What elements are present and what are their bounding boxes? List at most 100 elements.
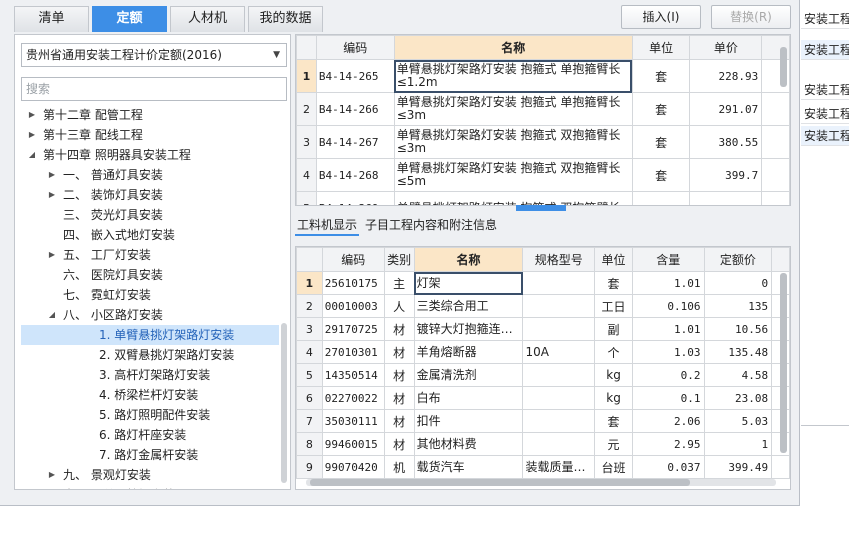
tree-node[interactable]: ▶ 十、 开关、按钮安装	[21, 485, 279, 489]
tree-node[interactable]: ▶ 九、 景观灯安装	[21, 465, 279, 485]
replace-button[interactable]: 替换(R)	[711, 5, 791, 29]
tree-node-label: 第十二章 配管工程	[43, 108, 143, 122]
quantity-cell: 1.01	[631, 317, 705, 341]
expand-arrow-icon[interactable]: ▶	[47, 185, 57, 205]
collapse-arrow-icon[interactable]: ◢	[47, 305, 57, 325]
background-cell: 安装工程	[801, 80, 849, 100]
column-header-unit[interactable]: 单位	[594, 247, 633, 272]
quota-list-table-panel: 编码 名称 单位 单价 1 B4-14-265 单臂悬挑灯架路灯安装 抱箍式 单抱箍…	[295, 34, 791, 206]
background-cell: 安装工程	[801, 40, 849, 60]
table-row[interactable]: 2 B4-14-266 单臂悬挑灯架路灯安装 抱箍式 单抱箍臂长≤3m 套 291.07	[296, 92, 790, 126]
code-cell: 14350514	[321, 363, 385, 387]
tab-work-content-notes[interactable]: 子目工程内容和附注信息	[363, 214, 499, 236]
table-row[interactable]: 2 00010003 人三类综合用工 工日 0.106 135	[296, 294, 790, 318]
tree-node[interactable]: ▶ 五、 工厂灯安装	[21, 245, 279, 265]
resource-table-horizontal-scrollbar[interactable]	[310, 479, 690, 486]
tree-node[interactable]: 6. 路灯杆座安装	[21, 425, 279, 445]
unit-cell: 元	[594, 432, 633, 456]
column-header-spec[interactable]: 规格型号	[522, 247, 596, 272]
tab-labor-material-machine[interactable]: 人材机	[170, 6, 245, 32]
expand-arrow-icon[interactable]: ▶	[47, 165, 57, 185]
row-number: 3	[296, 125, 317, 159]
column-header-price[interactable]: 单价	[689, 35, 763, 60]
name-cell: 单臂悬挑灯架路灯安装 抱箍式 单抱箍臂长≤1.2m	[393, 59, 633, 93]
expand-arrow-icon[interactable]: ▶	[47, 465, 57, 485]
table-row[interactable]: 4 B4-14-268 单臂悬挑灯架路灯安装 抱箍式 双抱箍臂长≤5m 套 399.7	[296, 158, 790, 192]
tab-bill[interactable]: 清单	[14, 6, 89, 32]
tree-node[interactable]: 1. 单臂悬挑灯架路灯安装	[21, 325, 279, 345]
tree-node[interactable]: 5. 路灯照明配件安装	[21, 405, 279, 425]
quota-library-select[interactable]: 贵州省通用安装工程计价定额(2016) ▼	[21, 43, 287, 67]
spec-cell	[522, 271, 596, 295]
table-row[interactable]: 1 25610175 主灯架 套 1.01 0	[296, 271, 790, 295]
tree-node-label: 五、 工厂灯安装	[63, 248, 151, 262]
tree-node-label: 第十三章 配线工程	[43, 128, 143, 142]
tree-node[interactable]: 六、 医院灯具安装	[21, 265, 279, 285]
tab-my-data[interactable]: 我的数据	[248, 6, 323, 32]
column-header-code[interactable]: 编码	[321, 247, 385, 272]
quota-price-cell: 0	[703, 271, 773, 295]
tree-node[interactable]: 三、 荧光灯具安装	[21, 205, 279, 225]
tree-node[interactable]: 7. 路灯金属杆安装	[21, 445, 279, 465]
tree-node[interactable]: 3. 高杆灯架路灯安装	[21, 365, 279, 385]
tree-node-label: 六、 医院灯具安装	[63, 268, 163, 282]
unit-cell: 套	[631, 92, 691, 126]
tree-node[interactable]: ▶ 第十三章 配线工程	[21, 125, 279, 145]
table-row[interactable]: 6 02270022 材白布 kg 0.1 23.08	[296, 386, 790, 410]
column-header-code[interactable]: 编码	[315, 35, 395, 60]
column-header-quota-price[interactable]: 定额价	[703, 247, 773, 272]
expand-arrow-icon[interactable]: ▶	[47, 245, 57, 265]
insert-button[interactable]: 插入(I)	[621, 5, 701, 29]
tree-node[interactable]: ◢ 第十四章 照明器具安装工程	[21, 145, 279, 165]
price-cell	[689, 191, 763, 205]
search-input[interactable]	[21, 77, 287, 101]
spec-cell	[522, 432, 596, 456]
tree-node[interactable]: ▶ 一、 普通灯具安装	[21, 165, 279, 185]
table-row[interactable]: 1 B4-14-265 单臂悬挑灯架路灯安装 抱箍式 单抱箍臂长≤1.2m 套 228.…	[296, 59, 790, 93]
category-cell: 材	[383, 340, 415, 364]
column-header-category[interactable]: 类别	[383, 247, 415, 272]
tree-node-label: 二、 装饰灯具安装	[63, 188, 163, 202]
expand-arrow-icon[interactable]: ▶	[47, 485, 57, 489]
table-row[interactable]: 8 99460015 材其他材料费 元 2.95 1	[296, 432, 790, 456]
tree-node[interactable]: 七、 霓虹灯安装	[21, 285, 279, 305]
tree-node-label: 5. 路灯照明配件安装	[99, 408, 211, 422]
quota-list-table: 编码 名称 单位 单价 1 B4-14-265 单臂悬挑灯架路灯安装 抱箍式 单抱箍…	[296, 35, 790, 205]
tree-node-label: 七、 霓虹灯安装	[63, 288, 151, 302]
tree-node[interactable]: ◢ 八、 小区路灯安装	[21, 305, 279, 325]
table-row[interactable]: 5B4-14-269单臂悬挑灯架路灯安装 抱箍式 双抱箍臂长	[296, 191, 790, 205]
tree-scrollbar[interactable]	[281, 323, 287, 483]
tab-resource-display[interactable]: 工料机显示	[295, 214, 360, 236]
table-row[interactable]: 4 27010301 材羊角熔断器 10A 个 1.03 135.48	[296, 340, 790, 364]
column-header-name[interactable]: 名称	[393, 35, 633, 60]
tree-node[interactable]: 四、 嵌入式地灯安装	[21, 225, 279, 245]
column-header-unit[interactable]: 单位	[631, 35, 691, 60]
quota-list-scrollbar[interactable]	[780, 47, 787, 87]
column-header-name[interactable]: 名称	[413, 247, 524, 272]
background-divider	[801, 425, 849, 426]
expand-arrow-icon[interactable]: ▶	[27, 125, 37, 145]
panel-splitter-handle[interactable]	[516, 205, 566, 211]
table-row[interactable]: 9 99070420 机载货汽车 装载质量… 台班 0.037 399.49	[296, 455, 790, 479]
table-row[interactable]: 5 14350514 材金属清洗剂 kg 0.2 4.58	[296, 363, 790, 387]
background-cell: 安装工程	[801, 9, 849, 29]
tab-quota[interactable]: 定额	[92, 6, 167, 32]
background-cell: 安装工程	[801, 104, 849, 124]
expand-arrow-icon[interactable]: ▶	[27, 105, 37, 125]
tree-node[interactable]: ▶ 二、 装饰灯具安装	[21, 185, 279, 205]
tree-node[interactable]: ▶ 第十二章 配管工程	[21, 105, 279, 125]
resource-table-vertical-scrollbar[interactable]	[780, 273, 787, 453]
unit-cell: 副	[594, 317, 633, 341]
table-row[interactable]: 3 29170725 材镀锌大灯抱箍连… 副 1.01 10.56	[296, 317, 790, 341]
tree-node[interactable]: 4. 桥梁栏杆灯安装	[21, 385, 279, 405]
category-cell: 材	[383, 317, 415, 341]
column-header-quantity[interactable]: 含量	[631, 247, 705, 272]
table-row[interactable]: 3 B4-14-267 单臂悬挑灯架路灯安装 抱箍式 双抱箍臂长≤3m 套 380.55	[296, 125, 790, 159]
column-header-filler	[771, 247, 790, 272]
tree-node[interactable]: 2. 双臂悬挑灯架路灯安装	[21, 345, 279, 365]
unit-cell: 套	[631, 158, 691, 192]
row-number: 7	[296, 409, 323, 433]
table-row[interactable]: 7 35030111 材扣件 套 2.06 5.03	[296, 409, 790, 433]
collapse-arrow-icon[interactable]: ◢	[27, 145, 37, 165]
resource-table: 编码 类别 名称 规格型号 单位 含量 定额价 1 25610175 主灯架套 1.0…	[296, 247, 790, 479]
